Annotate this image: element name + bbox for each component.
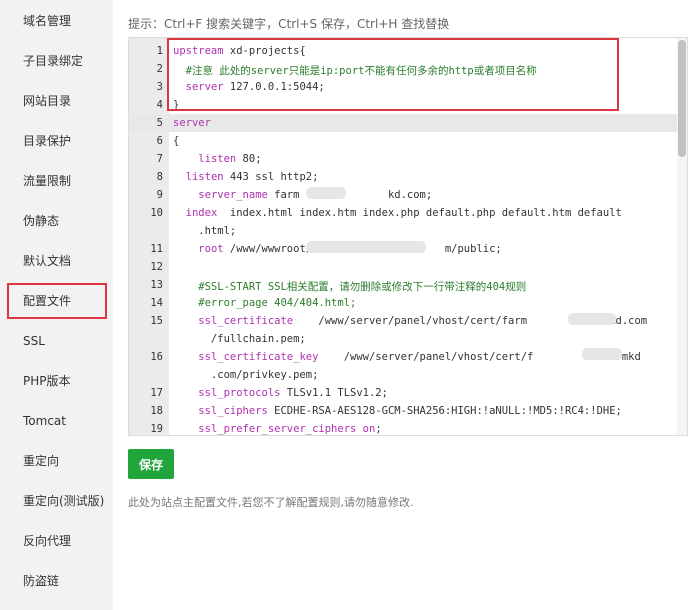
code-text: ssl_protocols TLSv1.1 TLSv1.2; (198, 387, 388, 399)
code-line[interactable]: 10 index index.html index.htm index.php … (129, 204, 679, 222)
code-text: index index.html index.htm index.php def… (185, 207, 622, 219)
code-text: .html; (173, 225, 237, 237)
shortcut-hint: 提示：Ctrl+F 搜索关键字，Ctrl+S 保存，Ctrl+H 查找替换 (128, 17, 450, 31)
code-text: listen 80; (198, 153, 262, 165)
code-line[interactable]: 8 listen 443 ssl http2; (129, 168, 679, 186)
sidebar-item[interactable]: 网站目录 (23, 93, 71, 109)
line-number: 16 (150, 351, 163, 363)
code-text: ssl_certificate_key /www/server/panel/vh… (198, 351, 641, 363)
sidebar-item[interactable]: Tomcat (23, 413, 66, 429)
code-text: #error_page 404/404.html; (173, 297, 357, 309)
code-line[interactable]: /fullchain.pem; (129, 330, 679, 348)
code-text: listen 443 ssl http2; (185, 171, 319, 183)
code-text: #SSL-START SSL相关配置，请勿删除或修改下一行带注释的404规则 (173, 281, 527, 293)
code-line[interactable]: .com/privkey.pem; (129, 366, 679, 384)
line-number: 2 (156, 63, 163, 75)
sidebar-item[interactable]: 子目录绑定 (23, 53, 83, 69)
line-number: 4 (156, 99, 163, 111)
line-number: 3 (156, 81, 163, 93)
line-number: 11 (150, 243, 163, 255)
sidebar-item[interactable]: SSL (23, 333, 45, 349)
redaction-blur (568, 313, 616, 325)
editor-scrollbar[interactable] (677, 38, 687, 435)
sidebar-item[interactable]: 反向代理 (23, 533, 71, 549)
line-number: 18 (150, 405, 163, 417)
line-number: 12 (150, 261, 163, 273)
line-number: 10 (150, 207, 163, 219)
code-line[interactable]: 18 ssl_ciphers ECDHE-RSA-AES128-GCM-SHA2… (129, 402, 679, 420)
redaction-blur (306, 187, 346, 199)
line-number: 13 (150, 279, 163, 291)
sidebar-item[interactable]: 流量限制 (23, 173, 71, 189)
line-number: 1 (156, 45, 163, 57)
code-line[interactable]: .html; (129, 222, 679, 240)
code-text: ssl_ciphers ECDHE-RSA-AES128-GCM-SHA256:… (198, 405, 622, 417)
active-item-highlight-box (7, 283, 107, 319)
sidebar-item[interactable]: 域名管理 (23, 13, 71, 29)
editor-scrollbar-thumb[interactable] (678, 40, 686, 157)
code-text: .com/privkey.pem; (173, 369, 319, 381)
code-line[interactable]: 5 server (129, 114, 679, 132)
code-text: /fullchain.pem; (173, 333, 306, 345)
code-line[interactable]: 14 #error_page 404/404.html; (129, 294, 679, 312)
code-line[interactable]: 6{ (129, 132, 679, 150)
config-warning-note: 此处为站点主配置文件,若您不了解配置规则,请勿随意修改. (128, 496, 414, 509)
line-number: 8 (156, 171, 163, 183)
line-number: 5 (156, 117, 163, 129)
code-text: server (173, 117, 211, 129)
sidebar-item[interactable]: 默认文档 (23, 253, 71, 269)
sidebar-item[interactable]: PHP版本 (23, 373, 71, 389)
code-line[interactable]: 7 listen 80; (129, 150, 679, 168)
line-number: 7 (156, 153, 163, 165)
line-number: 19 (150, 423, 163, 435)
sidebar-item[interactable]: 重定向 (23, 453, 59, 469)
line-number: 14 (150, 297, 163, 309)
redaction-blur (306, 241, 426, 253)
sidebar-item[interactable]: 伪静态 (23, 213, 59, 229)
upstream-highlight-box (167, 38, 619, 111)
code-line[interactable]: 12 (129, 258, 679, 276)
sidebar: 域名管理 子目录绑定 网站目录 目录保护 流量限制 伪静态 默认文档 配置文件 SSL PHP版本… (0, 0, 113, 610)
code-text: ssl_prefer_server_ciphers on; (198, 423, 382, 435)
code-line[interactable]: 17 ssl_protocols TLSv1.1 TLSv1.2; (129, 384, 679, 402)
code-line[interactable]: 13 #SSL-START SSL相关配置，请勿删除或修改下一行带注释的404规… (129, 276, 679, 294)
sidebar-item[interactable]: 目录保护 (23, 133, 71, 149)
redaction-blur (582, 348, 622, 360)
code-text: { (173, 135, 180, 147)
line-number: 15 (150, 315, 163, 327)
line-number: 17 (150, 387, 163, 399)
line-number: 6 (156, 135, 163, 147)
save-button[interactable]: 保存 (128, 449, 174, 479)
code-line[interactable]: 19 ssl_prefer_server_ciphers on; (129, 420, 679, 435)
sidebar-item[interactable]: 防盗链 (23, 573, 59, 589)
line-number: 9 (156, 189, 163, 201)
sidebar-item[interactable]: 重定向(测试版) (23, 493, 104, 509)
code-text: server_name farm kd.com; (198, 189, 433, 201)
code-line[interactable]: 9 server_name farm kd.com; (129, 186, 679, 204)
